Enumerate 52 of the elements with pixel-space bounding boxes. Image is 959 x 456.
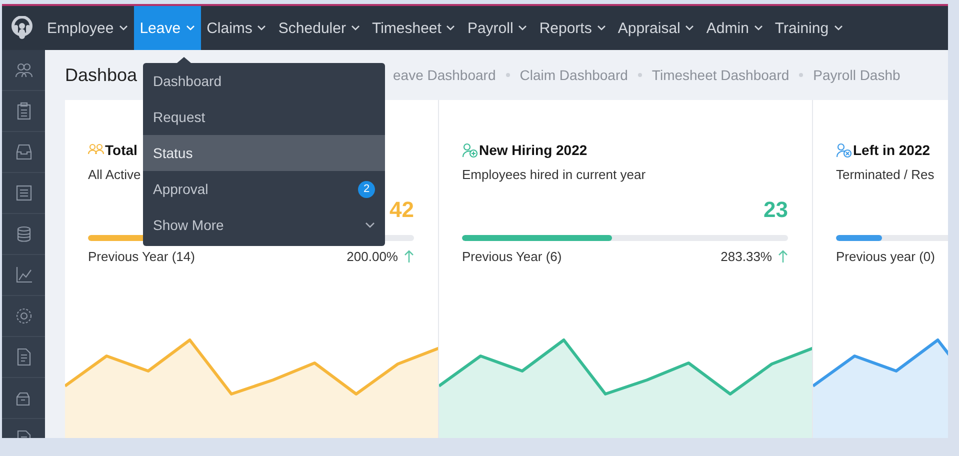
up-arrow-icon [778,250,788,263]
chevron-down-icon [834,25,843,31]
stat-value: 23 [764,197,788,223]
logo-icon[interactable] [11,16,33,40]
count-badge: 2 [358,180,375,198]
up-arrow-icon [404,250,414,263]
chevron-down-icon [118,25,128,31]
chevron-down-icon [596,25,606,31]
nav-menu-item[interactable]: Appraisal [612,6,700,50]
change-percent: 200.00% [346,249,398,264]
chevron-down-icon [518,25,528,31]
clipboard-icon[interactable] [14,102,32,120]
chevron-down-icon [257,25,266,31]
people-icon[interactable] [14,61,32,79]
user-remove-icon [836,142,852,158]
chevron-down-icon [350,25,360,31]
nav-menu-item[interactable]: Timesheet [366,6,462,50]
user-add-icon [462,142,478,158]
dropdown-menu-item[interactable]: Request [143,99,385,135]
nav-menu-item[interactable]: Employee [41,6,134,50]
dropdown-menu-item[interactable]: Dashboard [143,63,385,99]
page-title: Dashboa [65,64,138,84]
stat-value: 42 [390,197,414,223]
chevron-down-icon [446,25,456,31]
previous-year-label: Previous Year (6) [462,249,562,264]
dropdown-menu-item[interactable]: Approval 2 [143,171,385,207]
chevron-down-icon [754,25,763,31]
nav-menu-item[interactable]: Training [768,6,849,50]
previous-year-label: Previous Year (14) [88,249,195,264]
inbox-icon[interactable] [14,143,32,161]
chevron-down-icon [186,25,195,31]
nav-menu-item[interactable]: Admin [700,6,769,50]
gear-icon[interactable] [14,307,32,325]
dropdown-menu-item[interactable]: Status [143,135,385,171]
previous-year-label: Previous year (0) [836,249,935,264]
chevron-down-icon [685,25,694,31]
doc-icon[interactable] [14,348,32,366]
card-title: Left in 2022 [853,142,930,158]
card-title: New Hiring 2022 [479,142,588,158]
card-subtitle: Employees hired in current year [462,167,647,182]
dropdown-menu-item[interactable]: Show More [143,207,385,243]
nav-menu-item[interactable]: Scheduler [272,6,366,50]
card-subtitle: Terminated / Res [836,167,936,182]
change-percent: 283.33% [720,249,772,264]
chart-icon[interactable] [14,266,32,284]
nav-menu-item[interactable]: Payroll [461,6,534,50]
nav-menu-item[interactable]: Reports [533,6,612,50]
nav-menu-item[interactable]: Leave [134,6,201,50]
nav-menu-item[interactable]: Claims [200,6,272,50]
card-subtitle: All Active [88,167,142,182]
card-title: Total [105,142,138,158]
list-icon[interactable] [14,184,32,202]
